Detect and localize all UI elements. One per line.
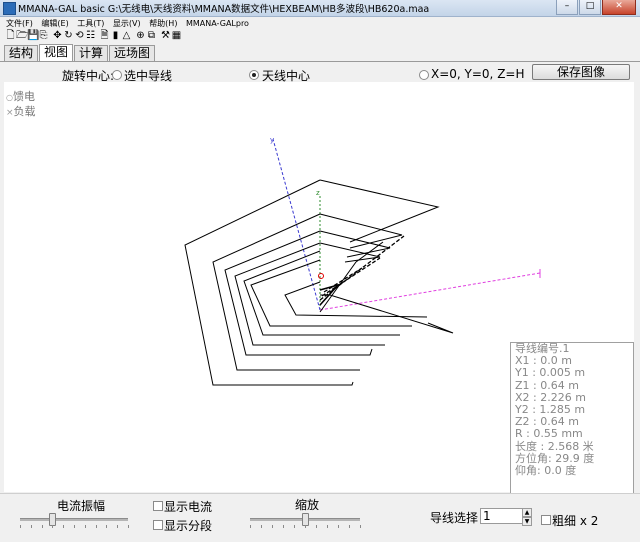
feed-point-icon	[318, 273, 324, 279]
wire-info-line: 长度 : 2.568 米	[515, 439, 594, 453]
wire-info-line: Y1 : 0.005 m	[515, 366, 586, 380]
slider-tick	[327, 525, 328, 528]
wire-select-input[interactable]: 1	[480, 508, 524, 524]
wire-element-2-arm	[319, 213, 403, 249]
wire-select-spinner[interactable]: ▲ ▼	[522, 508, 532, 526]
slider-tick	[74, 525, 75, 528]
current-amplitude-track[interactable]	[20, 518, 128, 521]
spin-down-icon[interactable]: ▼	[522, 517, 532, 526]
slider-tick	[261, 525, 262, 528]
wire-element-7	[284, 281, 428, 318]
current-amplitude-label: 电流振幅	[57, 499, 106, 513]
slider-tick	[272, 525, 273, 528]
slider-tick	[349, 525, 350, 528]
show-current-checkbox[interactable]	[153, 501, 163, 511]
slider-tick	[338, 525, 339, 528]
slider-tick	[305, 525, 306, 528]
wire-element-4-arm	[319, 242, 381, 263]
slider-tick	[41, 525, 43, 528]
slider-tick	[63, 525, 65, 528]
slider-tick	[294, 525, 295, 528]
bold-x2-checkbox[interactable]	[541, 515, 551, 525]
slider-tick	[84, 525, 86, 528]
wire-element-4	[234, 242, 385, 346]
wire-element-7-b	[320, 294, 454, 334]
z-axis-label: z	[316, 189, 320, 197]
slider-tick	[106, 525, 108, 528]
wire-element-1-arm	[319, 179, 440, 243]
slider-tick	[250, 525, 251, 528]
show-current-label: 显示电流	[164, 500, 213, 514]
wire-element-2	[212, 213, 360, 371]
wire-info-line: Z1 : 0.64 m	[515, 378, 579, 392]
wire-info-line: R : 0.55 mm	[515, 427, 583, 441]
wire-info-line: 仰角: 0.0 度	[515, 463, 577, 477]
show-segments-checkbox[interactable]	[153, 520, 163, 530]
slider-tick	[30, 525, 32, 528]
tab-view[interactable]: 视图	[39, 44, 74, 61]
x-axis	[319, 272, 541, 311]
zoom-label: 缩放	[295, 498, 320, 512]
bold-x2-label: 粗细 x 2	[552, 514, 599, 528]
slider-tick	[283, 525, 284, 528]
slider-tick	[316, 525, 317, 528]
slider-tick	[360, 525, 361, 528]
wire-element-1	[184, 179, 354, 386]
slider-tick	[20, 525, 21, 528]
slider-tick	[117, 525, 119, 528]
slider-tick	[95, 525, 97, 528]
y-axis-label: y	[270, 136, 274, 144]
slider-tick	[128, 525, 129, 528]
wire-info-panel: 导线编号.1 X1 : 0.0 m Y1 : 0.005 m Z1 : 0.64 mX…	[510, 342, 634, 494]
spin-up-icon[interactable]: ▲	[522, 508, 532, 517]
slider-tick	[52, 525, 54, 528]
wire-select-label: 导线选择	[430, 511, 479, 525]
show-segments-label: 显示分段	[164, 519, 213, 533]
